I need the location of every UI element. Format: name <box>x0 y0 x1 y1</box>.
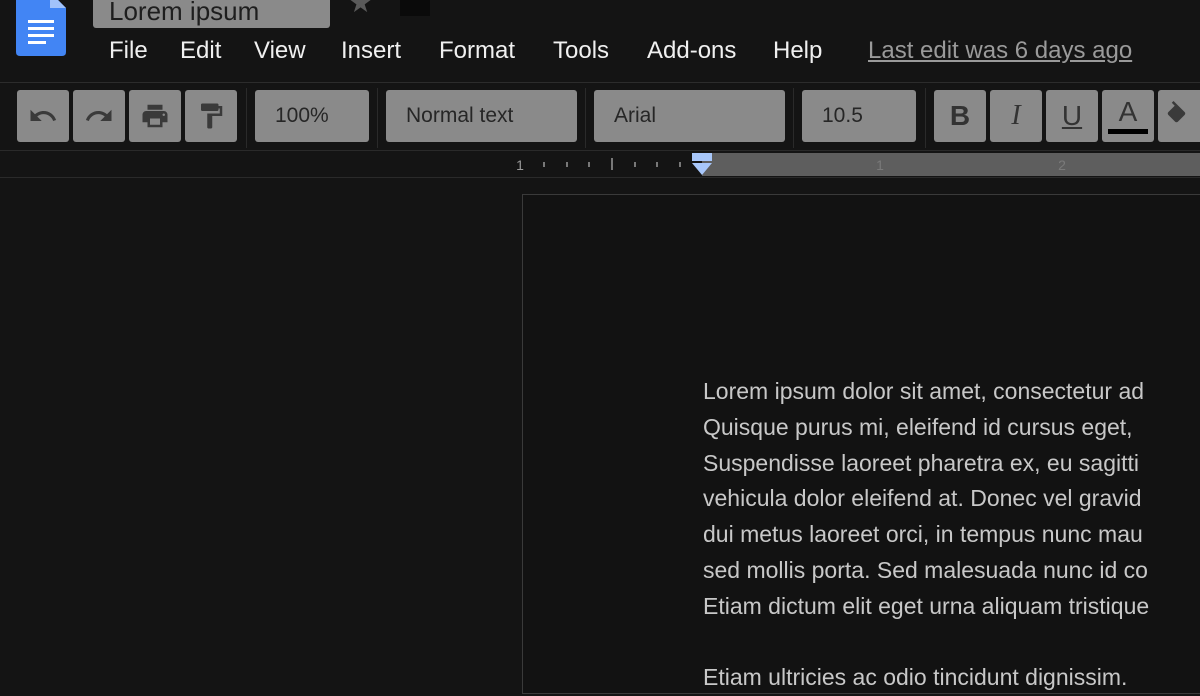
menu-file[interactable]: File <box>109 36 148 66</box>
text-color-button[interactable]: A <box>1102 90 1154 142</box>
document-line: Suspendisse laoreet pharetra ex, eu sagi… <box>703 449 1139 476</box>
bold-icon: B <box>949 100 971 131</box>
menu-help[interactable]: Help <box>773 36 822 66</box>
highlight-pen-icon <box>1167 101 1186 123</box>
toolbar-separator <box>377 88 378 148</box>
text-color-icon: A <box>1118 95 1138 127</box>
star-icon[interactable]: ★ <box>348 0 373 18</box>
redo-button[interactable] <box>73 90 125 142</box>
toolbar-separator <box>925 88 926 148</box>
document-line: sed mollis porta. Sed malesuada nunc id … <box>703 556 1148 583</box>
print-button[interactable] <box>129 90 181 142</box>
bold-button[interactable]: B <box>934 90 986 142</box>
zoom-select[interactable]: 100% <box>255 90 369 142</box>
undo-button[interactable] <box>17 90 69 142</box>
font-select[interactable]: Arial <box>594 90 785 142</box>
ruler-label: 1 <box>876 157 884 173</box>
ruler: 1 1 2 <box>516 153 1066 175</box>
indent-marker-icon[interactable] <box>692 153 712 175</box>
underline-button[interactable]: U <box>1046 90 1098 142</box>
document-line: Lorem ipsum dolor sit amet, consectetur … <box>703 378 1145 404</box>
menu-tools[interactable]: Tools <box>553 36 609 66</box>
menu-view[interactable]: View <box>254 36 306 66</box>
italic-button[interactable]: I <box>990 90 1042 142</box>
style-select[interactable]: Normal text <box>386 90 577 142</box>
font-size-select[interactable]: 10.5 <box>802 90 916 142</box>
document-title-input[interactable]: Lorem ipsum <box>93 0 330 28</box>
document-line: vehicula dolor eleifend at. Donec vel gr… <box>703 485 1142 512</box>
toolbar-separator <box>246 88 247 148</box>
document-line: Etiam ultricies ac odio tincidunt dignis… <box>703 664 1128 691</box>
undo-icon <box>30 109 57 121</box>
folder-icon[interactable] <box>400 0 430 16</box>
document-line: Quisque purus mi, eleifend id cursus ege… <box>703 413 1133 440</box>
document-body[interactable]: Lorem ipsum dolor sit amet, consectetur … <box>703 374 1200 696</box>
highlight-color-button[interactable] <box>1158 90 1200 142</box>
menu-edit[interactable]: Edit <box>180 36 221 66</box>
header-divider <box>0 82 1200 83</box>
toolbar-separator <box>585 88 586 148</box>
document-line: dui metus laoreet orci, in tempus nunc m… <box>703 521 1143 548</box>
last-edit-link[interactable]: Last edit was 6 days ago <box>868 36 1132 66</box>
text-color-swatch <box>1108 128 1148 134</box>
ruler-label: 1 <box>516 157 524 173</box>
paint-format-icon <box>201 103 223 129</box>
menu-add-ons[interactable]: Add-ons <box>647 36 736 66</box>
toolbar-separator <box>793 88 794 148</box>
underline-icon: U <box>1061 100 1083 131</box>
paint-format-button[interactable] <box>185 90 237 142</box>
italic-icon: I <box>1011 100 1021 131</box>
redo-icon <box>85 109 112 121</box>
menu-insert[interactable]: Insert <box>341 36 401 66</box>
print-icon <box>142 104 168 128</box>
ruler-label: 2 <box>1058 157 1066 173</box>
ruler-bottom-border <box>0 177 1200 178</box>
docs-logo-icon[interactable] <box>16 0 66 56</box>
document-line: Etiam dictum elit eget urna aliquam tris… <box>703 592 1150 619</box>
ruler-ticks <box>543 158 681 170</box>
menu-format[interactable]: Format <box>439 36 515 66</box>
